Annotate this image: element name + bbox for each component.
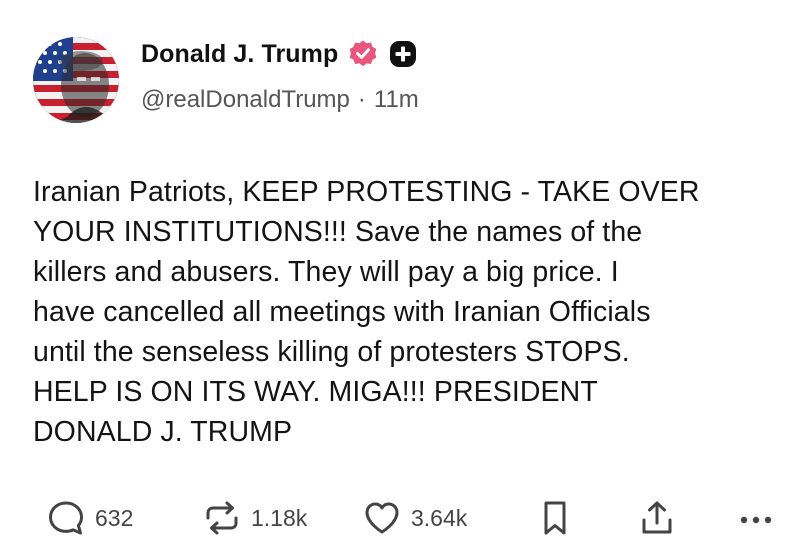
author-handle-row: @realDonaldTrump · 11m: [141, 86, 419, 114]
author-name-row: Donald J. Trump: [141, 36, 418, 72]
heart-icon: [362, 498, 402, 538]
post-card: Donald J. Trump @realDonaldTrump · 11m I…: [0, 0, 799, 540]
avatar-flag-portrait-icon: [33, 37, 119, 123]
more-dots-icon: [736, 498, 776, 538]
bookmark-button[interactable]: [535, 496, 575, 540]
repost-arrows-icon: [202, 498, 242, 538]
repost-button[interactable]: 1.18k: [202, 496, 307, 540]
author-handle[interactable]: @realDonaldTrump: [141, 86, 350, 114]
post-action-bar: 632 1.18k 3.64k: [44, 496, 784, 540]
like-button[interactable]: 3.64k: [362, 496, 467, 540]
post-timestamp[interactable]: 11m: [374, 86, 419, 114]
more-options-button[interactable]: [736, 496, 776, 540]
repost-count: 1.18k: [251, 504, 308, 531]
reply-bubble-icon: [46, 498, 86, 538]
avatar[interactable]: [33, 37, 119, 123]
reply-button[interactable]: 632: [46, 496, 133, 540]
meta-separator: ·: [357, 86, 366, 113]
bookmark-icon: [535, 498, 575, 538]
reply-count: 632: [95, 504, 134, 531]
share-button[interactable]: [637, 496, 677, 540]
verified-check-icon: [348, 39, 378, 69]
like-count: 3.64k: [411, 504, 468, 531]
author-display-name[interactable]: Donald J. Trump: [141, 40, 338, 69]
share-upload-icon: [637, 498, 677, 538]
plus-badge-icon: [388, 39, 418, 69]
post-body-text: Iranian Patriots, KEEP PROTESTING - TAKE…: [33, 176, 700, 448]
